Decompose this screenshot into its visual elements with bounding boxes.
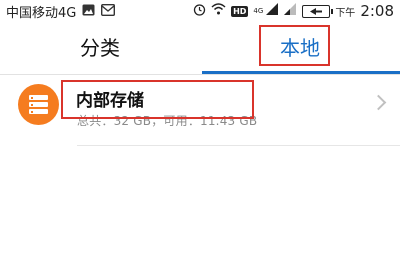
- mail-icon: [101, 3, 116, 20]
- signal-icon-secondary: [284, 3, 297, 19]
- network-type-label: 4G: [253, 6, 264, 15]
- tab-local[interactable]: 本地: [200, 20, 400, 72]
- storage-detail: 总共：32 GB，可用：11.43 GB: [77, 114, 258, 128]
- wifi-icon: [211, 3, 226, 19]
- battery-icon: [302, 4, 334, 18]
- internal-storage-item[interactable]: 内部存储 总共：32 GB，可用：11.43 GB: [0, 75, 400, 145]
- status-bar: 中国移动4G HD 4G 下午 2:08: [0, 0, 400, 21]
- storage-title: 内部存储: [76, 91, 144, 111]
- hd-badge: HD: [231, 5, 249, 17]
- signal-icon: [266, 3, 279, 19]
- chevron-right-icon: [370, 94, 387, 111]
- tab-category[interactable]: 分类: [0, 20, 200, 72]
- status-bar-right: HD 4G 下午 2:08: [193, 2, 394, 20]
- image-icon: [82, 4, 95, 20]
- item-divider: [77, 145, 400, 146]
- carrier-label: 中国移动4G: [6, 6, 77, 21]
- status-bar-left: 中国移动4G: [6, 2, 116, 21]
- time-ampm: 下午: [335, 7, 356, 19]
- storage-icon: [18, 84, 59, 125]
- tab-bar: 分类 本地: [0, 20, 400, 75]
- clock: 2:08: [360, 2, 394, 20]
- alarm-icon: [193, 3, 206, 20]
